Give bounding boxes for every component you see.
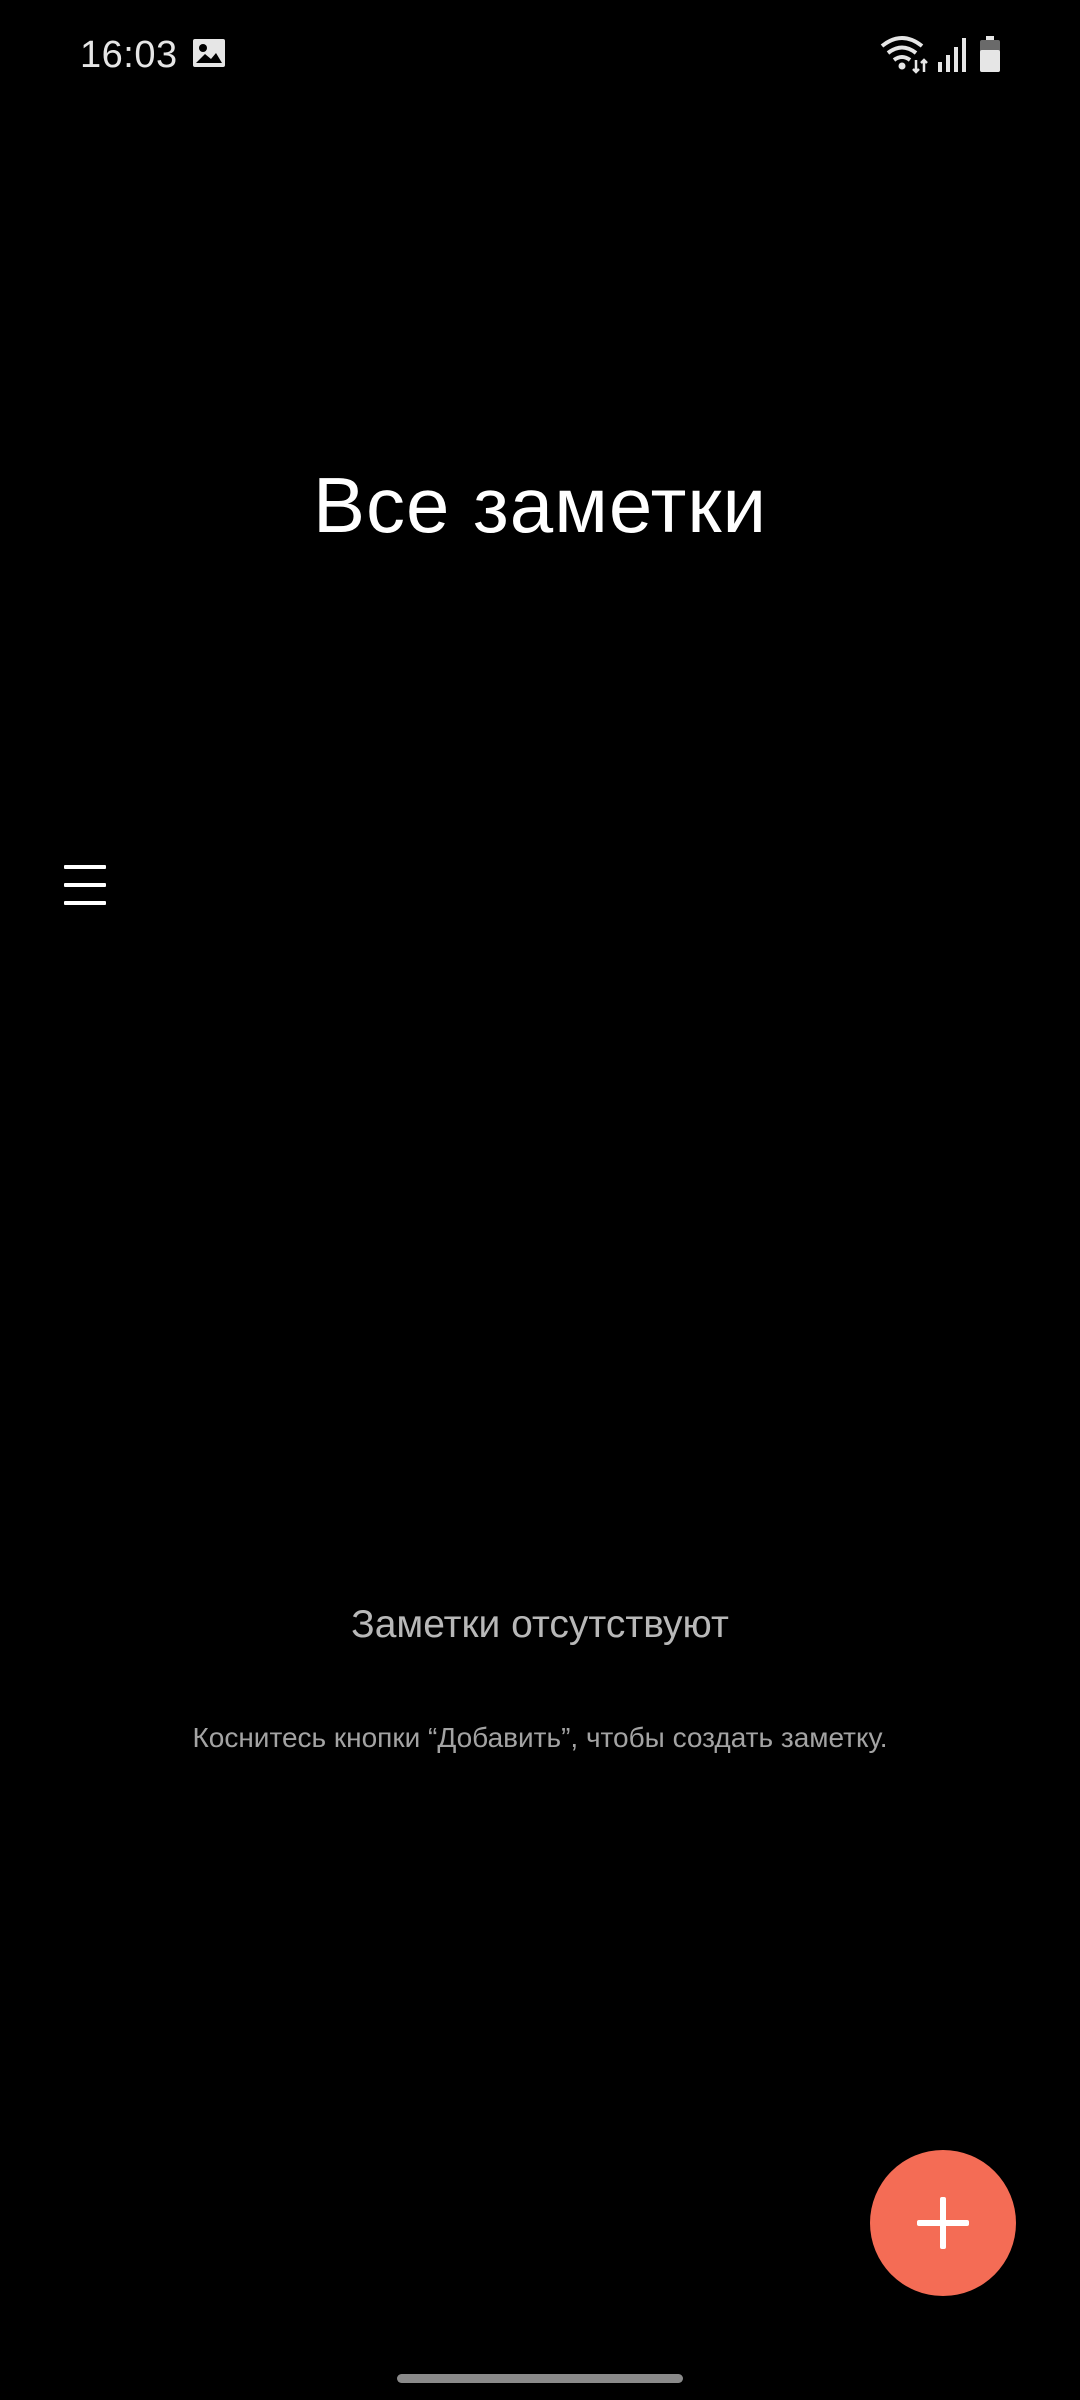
add-note-button[interactable] bbox=[870, 2150, 1016, 2296]
gesture-navigation-bar[interactable] bbox=[397, 2374, 683, 2383]
page-title: Все заметки bbox=[312, 461, 768, 549]
empty-state-hint: Коснитесь кнопки “Добавить”, чтобы созда… bbox=[192, 1722, 888, 1753]
gallery-notification-icon bbox=[193, 39, 225, 67]
battery-icon bbox=[980, 36, 1000, 72]
status-bar: 16:03 bbox=[0, 0, 1080, 110]
wifi-icon bbox=[880, 36, 928, 74]
signal-icon bbox=[938, 38, 966, 72]
hamburger-menu-icon[interactable] bbox=[50, 850, 120, 920]
empty-state-title: Заметки отсутствуют bbox=[351, 1603, 729, 1646]
status-time: 16:03 bbox=[80, 34, 178, 76]
